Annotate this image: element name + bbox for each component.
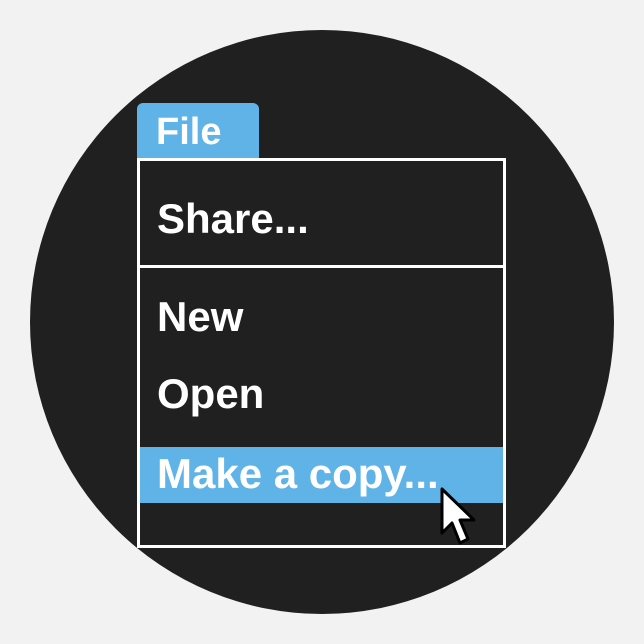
- file-menu-tab[interactable]: File: [137, 103, 259, 160]
- file-menu-label: File: [156, 111, 222, 153]
- menu-item-open[interactable]: Open: [140, 362, 503, 422]
- menu-item-make-a-copy-label: Make a copy...: [157, 450, 439, 497]
- arrow-pointer-icon: [440, 487, 476, 545]
- menu-item-share[interactable]: Share...: [140, 187, 503, 247]
- menu-item-new[interactable]: New: [140, 285, 503, 345]
- menu-item-new-label: New: [157, 293, 244, 340]
- menu-item-open-label: Open: [157, 370, 265, 417]
- menu-divider: [140, 265, 503, 268]
- menu-item-share-label: Share...: [157, 195, 309, 242]
